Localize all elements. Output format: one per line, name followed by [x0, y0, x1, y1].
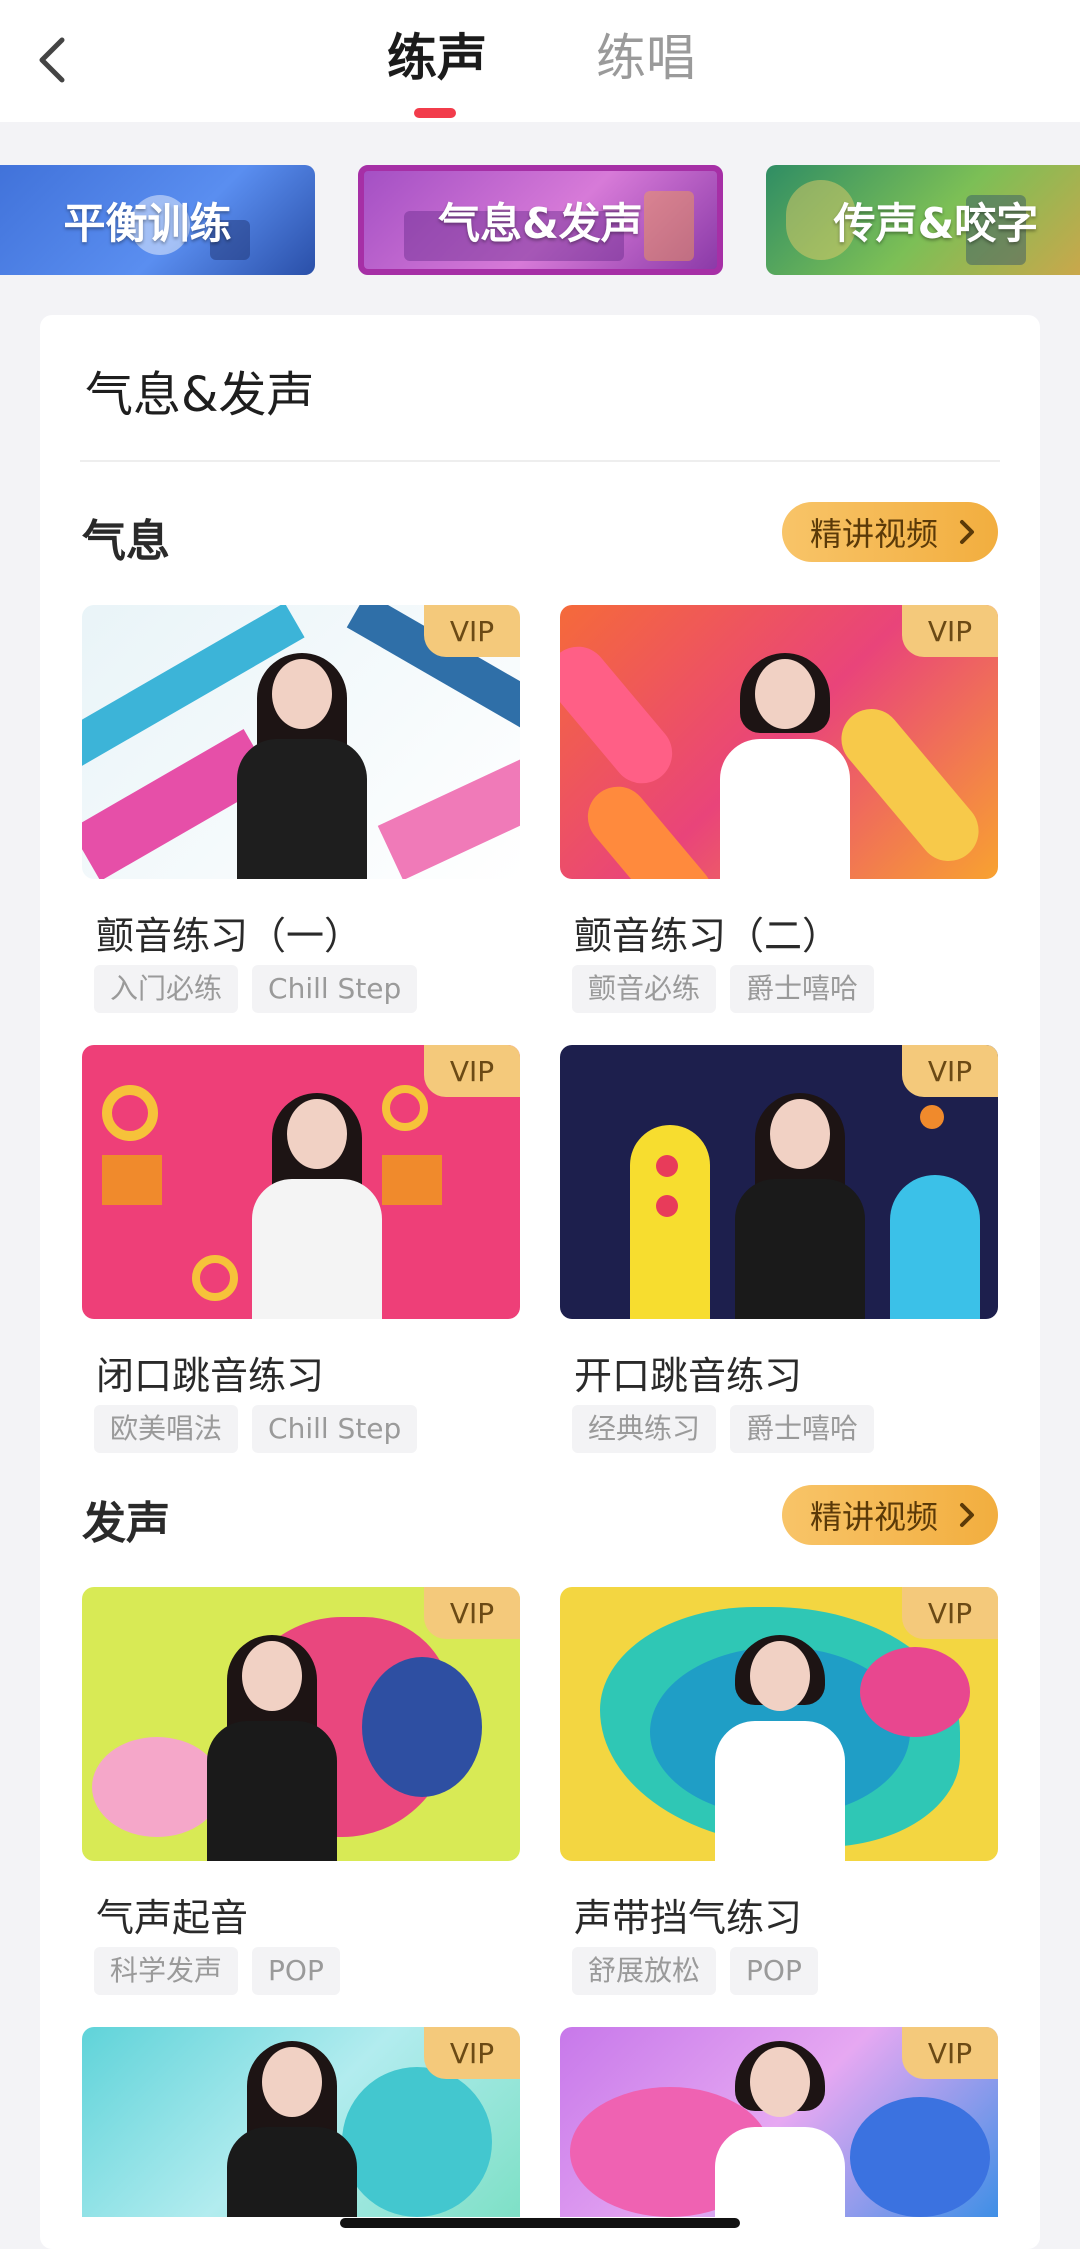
section-title: 发声 — [82, 1498, 170, 1549]
vip-badge: VIP — [424, 2027, 520, 2079]
tag: 经典练习 — [572, 1405, 717, 1453]
category-label: 气息&发声 — [438, 198, 643, 248]
course-thumbnail: VIP — [560, 605, 998, 879]
vip-badge: VIP — [902, 1045, 998, 1097]
tag: 欧美唱法 — [94, 1405, 239, 1453]
thumb-decoration — [860, 1647, 970, 1737]
singer-photo — [705, 2041, 855, 2217]
singer-photo — [217, 2041, 367, 2217]
thumb-decoration — [102, 1085, 158, 1141]
vip-badge: VIP — [902, 605, 998, 657]
tag: POP — [730, 1947, 818, 1995]
chevron-right-icon — [960, 1503, 974, 1527]
tag: POP — [252, 1947, 340, 1995]
thumb-decoration — [850, 2097, 990, 2217]
tag-list: 欧美唱法 Chill Step — [94, 1405, 418, 1453]
back-button[interactable] — [30, 30, 80, 90]
course-title: 声带挡气练习 — [574, 1896, 803, 1940]
course-thumbnail: VIP — [560, 1045, 998, 1319]
tag: 舒展放松 — [572, 1947, 717, 1995]
tag-list: 舒展放松 POP — [572, 1947, 818, 1995]
vip-badge: VIP — [902, 1587, 998, 1639]
tag: 颤音必练 — [572, 965, 717, 1013]
category-projection-diction[interactable]: 传声&咬字 — [766, 165, 1080, 275]
category-breath-voice[interactable]: 气息&发声 — [358, 165, 723, 275]
section-title: 气息 — [82, 516, 170, 567]
course-title: 气声起音 — [96, 1896, 249, 1940]
course-card: 气息&发声 气息 精讲视频 VIP 颤音练习（一） 入门必练 Chill Ste… — [40, 315, 1040, 2249]
home-indicator — [340, 2218, 740, 2228]
thumb-decoration — [192, 1255, 238, 1301]
course-thumbnail: VIP — [82, 1045, 520, 1319]
course-title: 颤音练习（二） — [574, 914, 841, 958]
singer-photo — [710, 653, 860, 879]
tab-lian-sheng[interactable]: 练声 — [387, 28, 487, 88]
thumb-decoration — [890, 1175, 980, 1319]
vip-badge: VIP — [424, 1587, 520, 1639]
lecture-video-button[interactable]: 精讲视频 — [782, 1485, 998, 1545]
course-thumbnail: VIP — [82, 605, 520, 879]
category-label: 传声&咬字 — [833, 198, 1039, 248]
singer-photo — [725, 1093, 875, 1319]
tag-list: 经典练习 爵士嘻哈 — [572, 1405, 875, 1453]
pill-label: 精讲视频 — [810, 515, 939, 553]
chevron-right-icon — [960, 520, 974, 544]
tag: Chill Step — [252, 1405, 418, 1453]
course-thumbnail: VIP — [560, 2027, 998, 2217]
pill-label: 精讲视频 — [810, 1498, 939, 1536]
thumb-decoration — [362, 1657, 482, 1797]
course-title: 开口跳音练习 — [574, 1354, 803, 1398]
chevron-left-icon — [39, 37, 65, 83]
course-thumbnail: VIP — [82, 1587, 520, 1861]
thumb-decoration — [920, 1105, 944, 1129]
course-thumbnail: VIP — [560, 1587, 998, 1861]
card-title: 气息&发声 — [85, 367, 315, 423]
course-thumbnail: VIP — [82, 2027, 520, 2217]
divider — [80, 460, 1000, 462]
vip-badge: VIP — [424, 605, 520, 657]
tag-list: 科学发声 POP — [94, 1947, 340, 1995]
top-bar: 练声 练唱 — [0, 0, 1080, 122]
category-balance[interactable]: 平衡训练 — [0, 165, 315, 275]
tag: 爵士嘻哈 — [730, 965, 875, 1013]
category-strip[interactable]: 平衡训练 气息&发声 传声&咬字 — [0, 160, 1080, 280]
thumb-decoration — [656, 1195, 678, 1217]
thumb-decoration — [377, 749, 520, 879]
thumb-decoration — [560, 634, 685, 796]
singer-photo — [197, 1635, 347, 1861]
active-tab-indicator — [414, 108, 456, 118]
course-title: 颤音练习（一） — [96, 914, 363, 958]
tag-list: 颤音必练 爵士嘻哈 — [572, 965, 875, 1013]
tag: 爵士嘻哈 — [730, 1405, 875, 1453]
category-label: 平衡训练 — [63, 198, 232, 248]
singer-photo — [705, 1635, 855, 1861]
thumb-decoration — [630, 1125, 710, 1319]
thumb-decoration — [575, 774, 725, 879]
singer-photo — [242, 1093, 392, 1319]
tag: 科学发声 — [94, 1947, 239, 1995]
vip-badge: VIP — [902, 2027, 998, 2079]
tag-list: 入门必练 Chill Step — [94, 965, 418, 1013]
vip-badge: VIP — [424, 1045, 520, 1097]
thumb-decoration — [102, 1155, 162, 1205]
thumb-decoration — [656, 1155, 678, 1177]
lecture-video-button[interactable]: 精讲视频 — [782, 502, 998, 562]
tag: Chill Step — [252, 965, 418, 1013]
singer-photo — [227, 653, 377, 879]
tag: 入门必练 — [94, 965, 239, 1013]
course-title: 闭口跳音练习 — [96, 1354, 325, 1398]
tab-lian-chang[interactable]: 练唱 — [596, 28, 696, 88]
